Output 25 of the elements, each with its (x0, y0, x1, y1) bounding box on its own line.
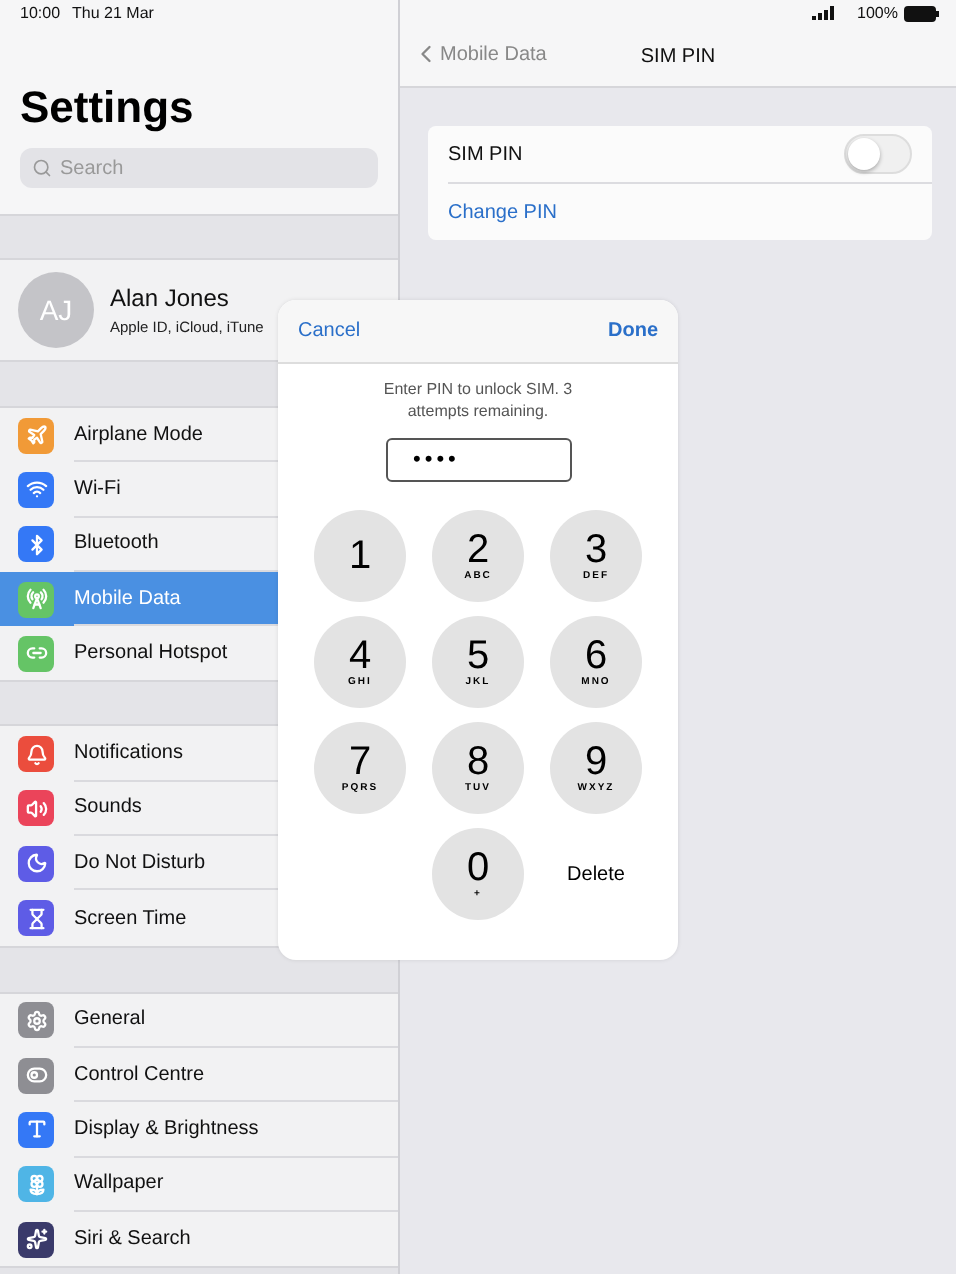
settings-title: Settings (20, 86, 196, 130)
page-title: SIM PIN (640, 45, 716, 67)
sidebar-item[interactable]: General (0, 993, 398, 1048)
sidebar-item[interactable]: Wallpaper (0, 1157, 398, 1212)
sidebar-item[interactable]: Screen Time (0, 890, 398, 946)
status-date: Thu 21 Mar (72, 4, 154, 22)
signal-icon (811, 6, 834, 20)
change-pin-link[interactable]: Change PIN (448, 201, 557, 223)
pin-message: Enter PIN to unlock SIM. 3 attempts remaining. (381, 378, 575, 422)
battery-percent: 100% (857, 4, 898, 22)
avatar: AJ (18, 272, 94, 348)
sidebar-item[interactable]: Siri & Search (0, 1211, 398, 1267)
profile-name: Alan Jones (110, 284, 231, 312)
search-icon (32, 158, 52, 178)
sidebar-item[interactable]: Control Centre (0, 1047, 398, 1103)
cancel-button[interactable]: Cancel (298, 320, 361, 342)
delete-button[interactable]: Delete (550, 828, 642, 920)
pin-field[interactable]: •••• (385, 438, 571, 482)
toggle-switch[interactable] (844, 134, 912, 174)
battery-icon (904, 5, 940, 21)
done-button[interactable]: Done (608, 320, 658, 342)
keypad-key[interactable]: 1 (314, 510, 406, 602)
sim-pin-label: SIM PIN (448, 143, 523, 165)
status-time: 10:00 (20, 4, 61, 22)
sidebar-item[interactable]: Display & Brightness (0, 1102, 398, 1158)
